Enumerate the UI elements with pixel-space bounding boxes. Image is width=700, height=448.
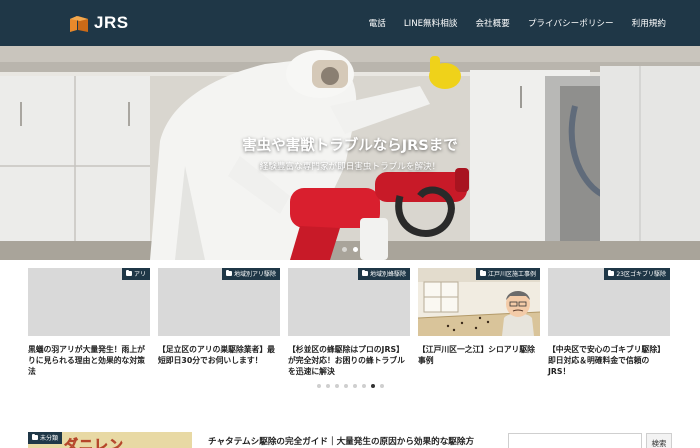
nav-phone[interactable]: 電話	[369, 17, 386, 29]
card-title[interactable]: 【杉並区の蜂駆除はプロのJRS】が完全対応！お困りの蜂トラブルを迅速に解決	[288, 344, 410, 377]
folder-icon	[361, 270, 368, 276]
site-logo[interactable]: JRS	[68, 11, 129, 35]
card-thumbnail: 江戸川区施工事例	[418, 268, 540, 336]
card-title[interactable]: 黒蟻の羽アリが大量発生！雨上がりに見られる理由と効果的な対策法	[28, 344, 150, 377]
hero-pagination	[0, 247, 700, 252]
hero-pagination-dot[interactable]	[353, 247, 358, 252]
card-title[interactable]: 【足立区のアリの巣駆除業者】最短即日30分でお伺いします！	[158, 344, 280, 366]
carousel-pagination	[28, 384, 672, 388]
featured-post-title[interactable]: チャタテムシ駆除の完全ガイド｜大量発生の原因から効果的な駆除方	[208, 435, 474, 447]
card-thumbnail: 23区ゴキブリ駆除	[548, 268, 670, 336]
folder-icon	[225, 270, 232, 276]
hero-pagination-dot[interactable]	[342, 247, 347, 252]
hero-title: 害虫や害獣トラブルならJRSまで	[242, 138, 458, 154]
main-nav: 電話 LINE無料相談 会社概要 プライバシーポリシー 利用規約	[351, 0, 666, 46]
category-tag-label: アリ	[133, 271, 146, 278]
carousel-pagination-dot[interactable]	[379, 384, 384, 388]
card-thumbnail: 地域別蜂駆除	[288, 268, 410, 336]
folder-icon	[32, 434, 38, 440]
folder-icon	[479, 270, 486, 276]
article-card[interactable]: アリ 黒蟻の羽アリが大量発生！雨上がりに見られる理由と効果的な対策法	[28, 268, 150, 378]
carousel-pagination-dot[interactable]	[361, 384, 366, 388]
thumbnail-caption: ダニレン	[64, 438, 124, 448]
carousel-pagination-dot[interactable]	[343, 384, 348, 388]
card-thumbnail: 地域別アリ駆除	[158, 268, 280, 336]
category-tag[interactable]: 江戸川区施工事例	[475, 268, 540, 280]
category-tag[interactable]: 地域別アリ駆除	[221, 268, 280, 280]
card-title[interactable]: 【江戸川区一之江】シロアリ駆除事例	[418, 344, 540, 366]
nav-privacy[interactable]: プライバシーポリシー	[528, 17, 614, 29]
search-input[interactable]	[508, 433, 642, 448]
article-card[interactable]: 23区ゴキブリ駆除 【中央区で安心のゴキブリ駆除】即日対応＆明確料金で信頼のJR…	[548, 268, 670, 378]
article-card[interactable]: 江戸川区施工事例 【江戸川区一之江】シロアリ駆除事例	[418, 268, 540, 378]
category-tag[interactable]: 地域別蜂駆除	[357, 268, 410, 280]
nav-terms[interactable]: 利用規約	[632, 17, 666, 29]
nav-line-consult[interactable]: LINE無料相談	[404, 17, 458, 29]
category-tag[interactable]: 未分類	[28, 432, 63, 444]
card-title[interactable]: 【中央区で安心のゴキブリ駆除】即日対応＆明確料金で信頼のJRS！	[548, 344, 670, 377]
article-carousel: アリ 黒蟻の羽アリが大量発生！雨上がりに見られる理由と効果的な対策法 地域別アリ…	[28, 268, 672, 378]
logo-text: JRS	[94, 13, 129, 32]
carousel-pagination-dot[interactable]	[325, 384, 330, 388]
category-tag-label: 江戸川区施工事例	[487, 271, 536, 278]
nav-company[interactable]: 会社概要	[475, 17, 509, 29]
article-card[interactable]: 地域別アリ駆除 【足立区のアリの巣駆除業者】最短即日30分でお伺いします！	[158, 268, 280, 378]
logo-mark-icon	[70, 16, 88, 32]
carousel-pagination-dot[interactable]	[352, 384, 357, 388]
folder-icon	[125, 270, 132, 276]
category-tag-label: 地域別蜂駆除	[369, 271, 406, 278]
category-tag[interactable]: アリ	[121, 268, 150, 280]
category-tag[interactable]: 23区ゴキブリ駆除	[604, 268, 670, 280]
featured-post-thumbnail[interactable]: 未分類 ダニレン	[28, 432, 192, 448]
search-button[interactable]: 検索	[646, 433, 672, 448]
category-tag-label: 未分類	[40, 435, 59, 442]
category-tag-label: 23区ゴキブリ駆除	[616, 271, 666, 278]
article-card[interactable]: 地域別蜂駆除 【杉並区の蜂駆除はプロのJRS】が完全対応！お困りの蜂トラブルを迅…	[288, 268, 410, 378]
card-thumbnail: アリ	[28, 268, 150, 336]
carousel-pagination-dot[interactable]	[370, 384, 375, 388]
folder-icon	[608, 270, 615, 276]
category-tag-label: 地域別アリ駆除	[233, 271, 276, 278]
carousel-pagination-dot[interactable]	[316, 384, 321, 388]
hero-subtitle: 経験豊富な専門家が即日害虫トラブルを解決！	[259, 162, 441, 172]
site-header: JRS 電話 LINE無料相談 会社概要 プライバシーポリシー 利用規約	[0, 0, 700, 46]
carousel-pagination-dot[interactable]	[334, 384, 339, 388]
hero-slider[interactable]: 害虫や害獣トラブルならJRSまで 経験豊富な専門家が即日害虫トラブルを解決！	[0, 46, 700, 260]
